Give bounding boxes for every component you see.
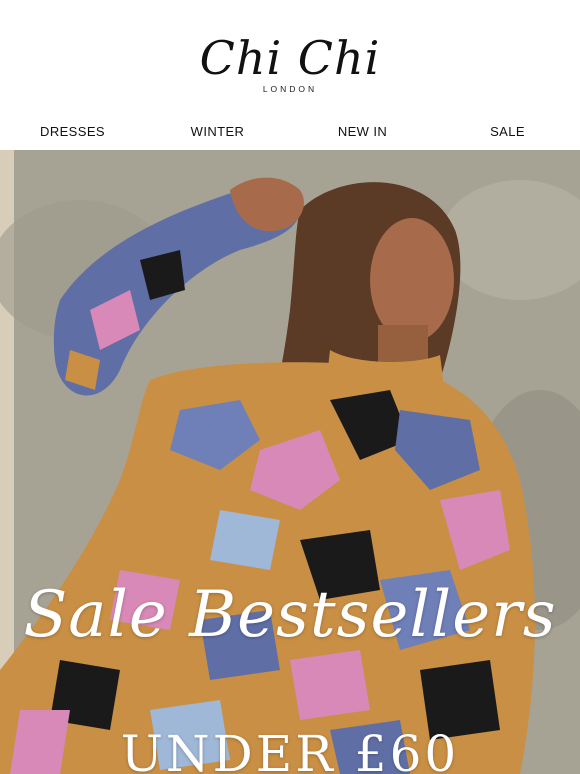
face (370, 218, 454, 342)
nav-link-sale[interactable]: SALE (435, 124, 580, 139)
hero-image (0, 150, 580, 774)
brand-logo[interactable]: Chi Chi LONDON (0, 32, 580, 94)
email-header: Chi Chi LONDON (0, 0, 580, 112)
nav-link-winter[interactable]: WINTER (145, 124, 290, 139)
nav-link-new-in[interactable]: NEW IN (290, 124, 435, 139)
nav-link-dresses[interactable]: DRESSES (0, 124, 145, 139)
hero-offer: UNDER £60 (120, 725, 460, 774)
hero-banner[interactable]: Sale Bestsellers UNDER £60 (0, 150, 580, 774)
brand-location: LONDON (262, 84, 318, 94)
main-nav: DRESSES WINTER NEW IN SALE (0, 112, 580, 150)
brand-name: Chi Chi (199, 31, 381, 85)
hero-headline: Sale Bestsellers (23, 578, 557, 652)
